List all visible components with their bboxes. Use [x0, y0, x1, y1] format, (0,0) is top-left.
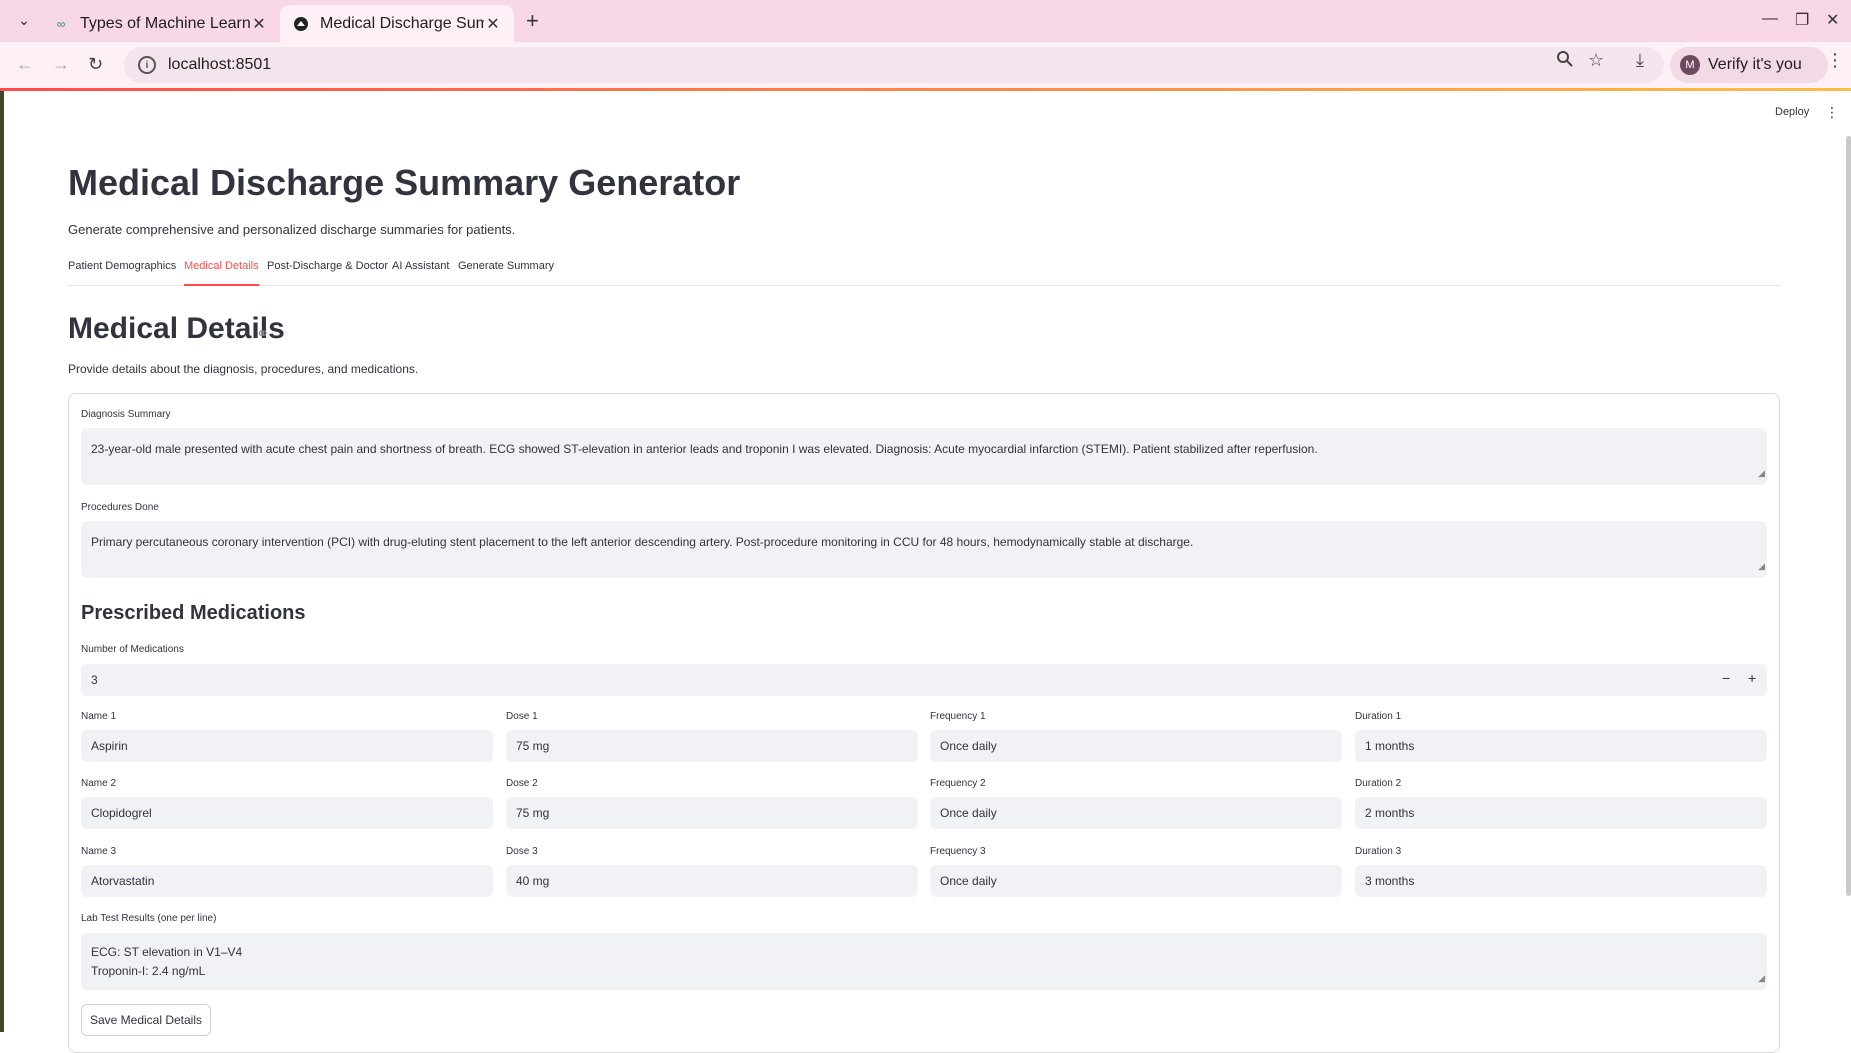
tab-ai-assistant[interactable]: AI Assistant	[392, 260, 449, 286]
medications-heading: Prescribed Medications	[81, 602, 306, 624]
diagnosis-textarea[interactable]: 23-year-old male presented with acute ch…	[81, 428, 1767, 485]
resize-handle-icon[interactable]: ◢	[1758, 969, 1765, 988]
med-frequency-label: Frequency 2	[930, 778, 986, 789]
med-frequency-value: Once daily	[940, 874, 997, 888]
decrement-button[interactable]: −	[1722, 670, 1730, 686]
lab-line: ECG: ST elevation in V1–V4	[91, 945, 243, 959]
med-duration-label: Duration 3	[1355, 846, 1402, 857]
med-duration-label: Duration 2	[1355, 778, 1402, 789]
diagnosis-text: 23-year-old male presented with acute ch…	[91, 442, 1318, 456]
minimize-icon[interactable]: —	[1762, 10, 1778, 28]
med-name-label: Name 2	[81, 778, 117, 789]
lab-results-textarea[interactable]: ECG: ST elevation in V1–V4 Troponin-I: 2…	[81, 933, 1767, 990]
browser-tab-strip: ⌄ ∞ Types of Machine Learni ✕ Medical Di…	[0, 0, 1851, 42]
bookmark-star-icon[interactable]: ☆	[1588, 50, 1604, 71]
forward-icon[interactable]: →	[52, 54, 70, 75]
med-dose-value: 75 mg	[516, 806, 550, 820]
num-meds-label: Number of Medications	[81, 644, 184, 655]
med-dose-input[interactable]: 40 mg	[506, 865, 918, 897]
med-duration-input[interactable]: 3 months	[1355, 865, 1767, 897]
med-duration-label: Duration 1	[1355, 711, 1402, 722]
med-duration-input[interactable]: 1 months	[1355, 730, 1767, 762]
tab-search-chevron-icon[interactable]: ⌄	[14, 10, 34, 30]
med-dose-value: 75 mg	[516, 739, 550, 753]
med-frequency-label: Frequency 3	[930, 846, 986, 857]
med-name-input[interactable]: Clopidogrel	[81, 797, 493, 829]
close-tab-icon[interactable]: ✕	[484, 14, 502, 34]
browser-tab-medical[interactable]: Medical Discharge Summ ✕	[280, 5, 514, 42]
num-meds-input[interactable]: 3	[81, 664, 1767, 696]
med-dose-label: Dose 3	[506, 846, 538, 857]
new-tab-icon[interactable]: +	[526, 8, 539, 34]
browser-toolbar: ← → ↻ i localhost:8501 ☆ ⤓ M Verify it's…	[0, 42, 1851, 88]
back-icon[interactable]: ←	[16, 54, 34, 75]
verify-label: Verify it's you	[1708, 56, 1802, 73]
med-name-value: Clopidogrel	[91, 806, 152, 820]
download-icon[interactable]: ⤓	[1636, 50, 1644, 71]
site-info-icon[interactable]: i	[138, 56, 156, 74]
reload-icon[interactable]: ↻	[88, 54, 103, 75]
med-dose-value: 40 mg	[516, 874, 550, 888]
med-frequency-value: Once daily	[940, 806, 997, 820]
streamlit-favicon-icon	[292, 15, 310, 33]
med-frequency-input[interactable]: Once daily	[930, 730, 1342, 762]
close-tab-icon[interactable]: ✕	[250, 14, 268, 34]
med-frequency-value: Once daily	[940, 739, 997, 753]
tab-patient-demographics[interactable]: Patient Demographics	[68, 260, 176, 286]
med-name-label: Name 1	[81, 711, 117, 722]
med-duration-value: 1 months	[1365, 739, 1415, 753]
close-window-icon[interactable]: ✕	[1826, 10, 1839, 30]
page-subtitle: Generate comprehensive and personalized …	[68, 222, 516, 237]
med-dose-label: Dose 2	[506, 778, 538, 789]
verify-profile-button[interactable]: M Verify it's you	[1670, 47, 1828, 83]
resize-handle-icon[interactable]: ◢	[1758, 464, 1765, 483]
anchor-link-icon[interactable]: ⚭	[256, 324, 269, 344]
med-dose-label: Dose 1	[506, 711, 538, 722]
browser-tab-ml[interactable]: ∞ Types of Machine Learni ✕	[40, 5, 280, 42]
lab-line: Troponin-I: 2.4 ng/mL	[91, 964, 206, 978]
restore-icon[interactable]: ❐	[1795, 10, 1809, 30]
increment-button[interactable]: +	[1748, 670, 1756, 686]
diagnosis-label: Diagnosis Summary	[81, 409, 171, 420]
browser-menu-icon[interactable]: ⋮	[1826, 50, 1844, 71]
procedures-textarea[interactable]: Primary percutaneous coronary interventi…	[81, 521, 1767, 578]
med-name-input[interactable]: Aspirin	[81, 730, 493, 762]
save-medical-details-button[interactable]: Save Medical Details	[81, 1004, 211, 1036]
tab-medical-details[interactable]: Medical Details	[184, 260, 259, 286]
section-description: Provide details about the diagnosis, pro…	[68, 362, 419, 376]
section-title: Medical Details	[68, 312, 285, 345]
url-text: localhost:8501	[168, 56, 272, 73]
resize-handle-icon[interactable]: ◢	[1758, 557, 1765, 576]
med-dose-input[interactable]: 75 mg	[506, 797, 918, 829]
med-frequency-label: Frequency 1	[930, 711, 986, 722]
med-dose-input[interactable]: 75 mg	[506, 730, 918, 762]
med-duration-value: 2 months	[1365, 806, 1415, 820]
med-frequency-input[interactable]: Once daily	[930, 797, 1342, 829]
med-frequency-input[interactable]: Once daily	[930, 865, 1342, 897]
tab-generate-summary[interactable]: Generate Summary	[458, 260, 554, 286]
med-duration-input[interactable]: 2 months	[1355, 797, 1767, 829]
lab-results-label: Lab Test Results (one per line)	[81, 913, 217, 924]
address-bar[interactable]: i localhost:8501	[124, 47, 1664, 83]
deploy-button[interactable]: Deploy	[1775, 106, 1809, 118]
zoom-icon[interactable]	[1556, 50, 1574, 73]
tab-title: Medical Discharge Summ	[320, 14, 484, 32]
avatar: M	[1680, 55, 1700, 75]
app-menu-icon[interactable]: ⋮	[1825, 104, 1839, 121]
med-duration-value: 3 months	[1365, 874, 1415, 888]
page-scrollbar[interactable]	[1846, 136, 1851, 896]
page-title: Medical Discharge Summary Generator	[68, 162, 741, 203]
procedures-label: Procedures Done	[81, 502, 159, 513]
tab-favicon-icon: ∞	[56, 16, 66, 31]
tab-title: Types of Machine Learni	[80, 14, 250, 32]
num-meds-value: 3	[91, 673, 98, 687]
section-tabs: Patient Demographics Medical Details Pos…	[68, 260, 1780, 286]
med-name-value: Aspirin	[91, 739, 128, 753]
med-name-input[interactable]: Atorvastatin	[81, 865, 493, 897]
tab-post-discharge-doctor[interactable]: Post-Discharge & Doctor	[267, 260, 388, 286]
med-name-value: Atorvastatin	[91, 874, 155, 888]
med-name-label: Name 3	[81, 846, 117, 857]
procedures-text: Primary percutaneous coronary interventi…	[91, 535, 1194, 549]
